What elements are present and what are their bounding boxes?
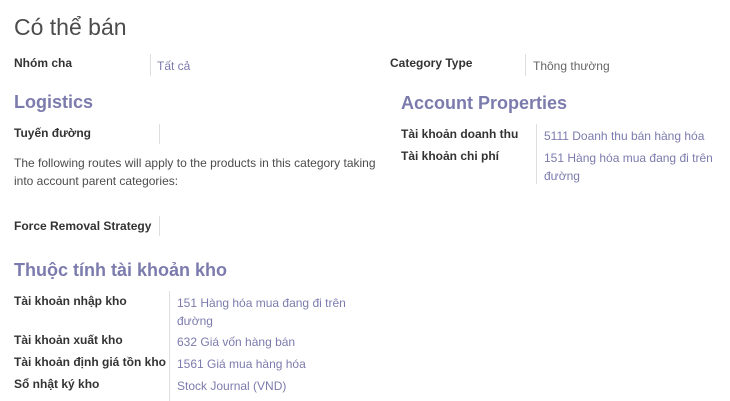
income-account-label: Tài khoản doanh thu [401,127,519,141]
field-separator [159,216,160,236]
logistics-heading: Logistics [14,92,94,112]
stock-valuation-account-field[interactable]: 1561 Giá mua hàng hóa [177,355,306,373]
field-separator [169,291,170,401]
field-separator [159,124,160,144]
removal-strategy-label: Force Removal Strategy [14,219,152,233]
parent-category-field[interactable]: Tất cả [157,57,190,75]
routes-label: Tuyến đường [14,126,91,140]
stock-journal-label: Sổ nhật ký kho [14,377,100,391]
field-separator [536,124,537,184]
page-title: Có thể bán [14,14,127,40]
account-properties-heading: Account Properties [401,93,568,113]
stock-valuation-account-label: Tài khoản định giá tồn kho [14,355,166,369]
routes-note: The following routes will apply to the p… [14,156,376,188]
expense-account-field[interactable]: 151 Hàng hóa mua đang đi trên đường [544,149,724,185]
income-account-field[interactable]: 5111 Doanh thu bán hàng hóa [544,127,724,145]
parent-category-label: Nhóm cha [14,56,73,70]
stock-output-account-label: Tài khoản xuất kho [14,333,123,347]
expense-account-label: Tài khoản chi phí [401,149,500,163]
stock-accounts-heading: Thuộc tính tài khoản kho [14,260,227,280]
category-type-label: Category Type [390,56,473,70]
stock-output-account-field[interactable]: 632 Giá vốn hàng bán [177,333,295,351]
category-type-field[interactable]: Thông thường [533,57,610,75]
stock-input-account-field[interactable]: 151 Hàng hóa mua đang đi trên đường [177,294,362,330]
field-separator [150,54,151,76]
field-separator [525,54,526,76]
stock-input-account-label: Tài khoản nhập kho [14,294,127,308]
stock-journal-field[interactable]: Stock Journal (VND) [177,377,286,395]
